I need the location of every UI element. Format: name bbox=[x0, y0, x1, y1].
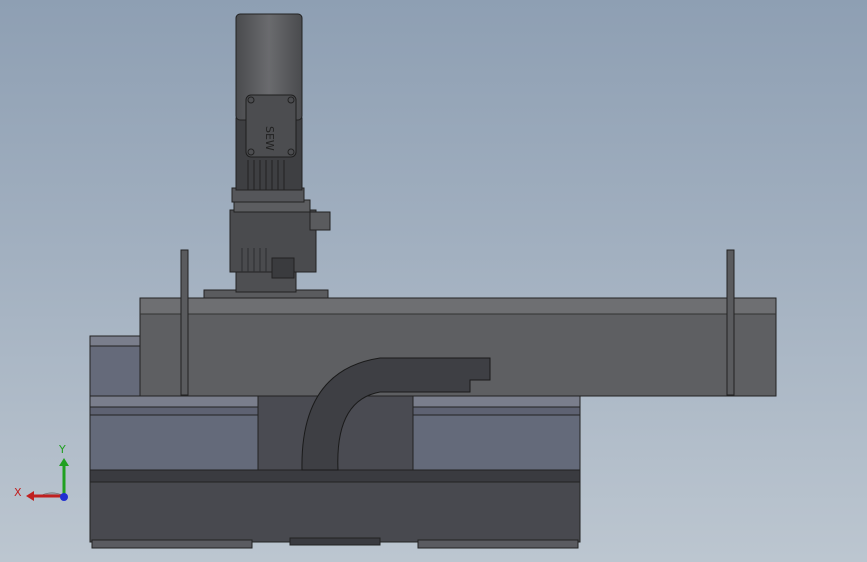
cad-viewport[interactable]: SEW Y X bbox=[0, 0, 867, 562]
bracket-right[interactable] bbox=[726, 249, 735, 396]
x-axis-label: X bbox=[14, 486, 22, 499]
motor-brand-label: SEW bbox=[263, 126, 276, 151]
gearbox[interactable] bbox=[203, 199, 331, 299]
base-frame[interactable] bbox=[89, 469, 581, 549]
left-block[interactable] bbox=[89, 335, 143, 397]
y-axis-label: Y bbox=[58, 443, 66, 456]
bracket-left[interactable] bbox=[180, 249, 189, 396]
motor[interactable]: SEW bbox=[231, 13, 305, 203]
z-axis-dot bbox=[60, 493, 68, 501]
coordinate-triad: Y X bbox=[14, 443, 69, 501]
